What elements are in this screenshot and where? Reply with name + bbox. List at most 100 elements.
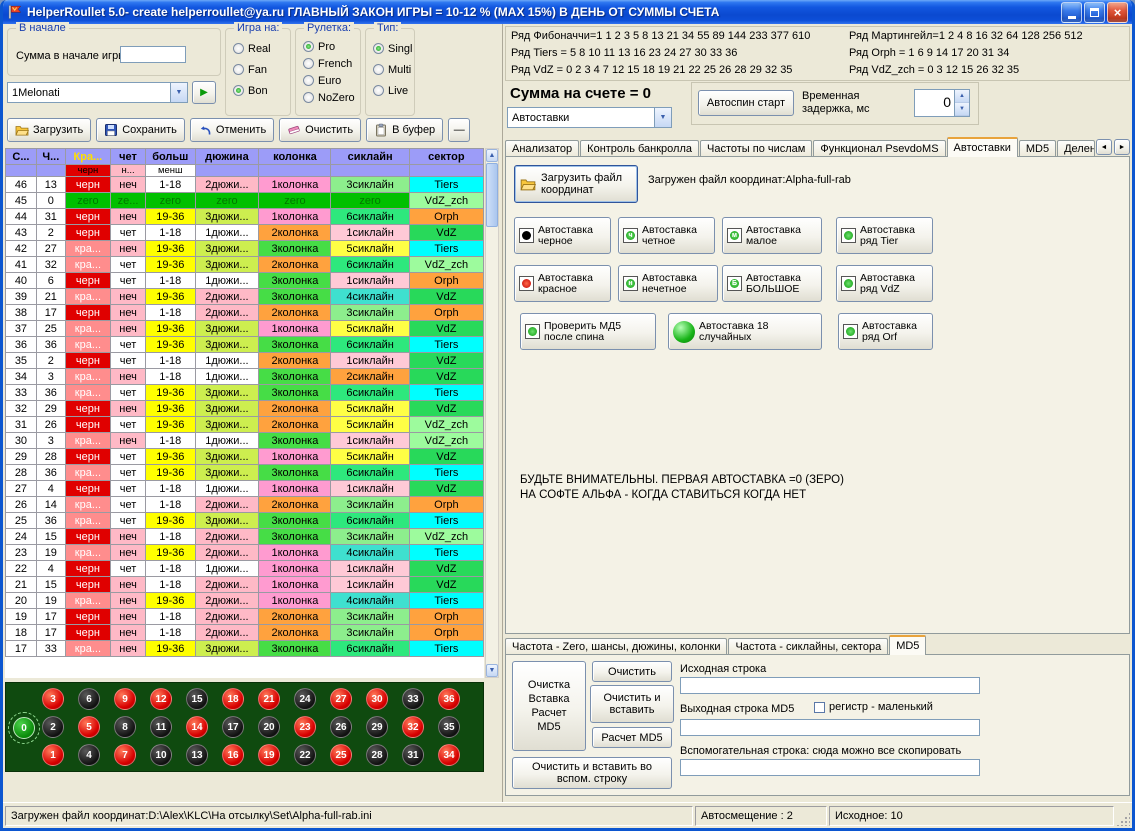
table-row[interactable]: 2115черннеч1-182дюжи...1колонка1сиклайнV…	[6, 577, 484, 593]
aux-string-input[interactable]	[680, 759, 980, 776]
register-checkbox[interactable]: регистр - маленький	[814, 701, 933, 713]
board-number-18[interactable]: 18	[222, 688, 244, 710]
board-number-36[interactable]: 36	[438, 688, 460, 710]
table-row[interactable]: 343кра...неч1-181дюжи...3колонка2сиклайн…	[6, 369, 484, 385]
bet-button-4[interactable]: Автоставка красное	[514, 265, 611, 302]
table-row[interactable]: 3817черннеч1-182дюжи...2колонка3сиклайнO…	[6, 305, 484, 321]
table-row[interactable]: 224чернчет1-181дюжи...1колонка1сиклайнVd…	[6, 561, 484, 577]
table-row[interactable]: 432чернчет1-181дюжи...2колонка1сиклайнVd…	[6, 225, 484, 241]
collapse-button[interactable]: —	[448, 118, 470, 142]
close-button[interactable]: ×	[1107, 2, 1128, 23]
md5-clear-button[interactable]: Очистить	[592, 661, 672, 682]
delay-spinner[interactable]: 0 ▲ ▼	[914, 89, 970, 117]
md5-clear-paste-button[interactable]: Очистить и вставить	[590, 685, 674, 723]
board-number-20[interactable]: 20	[258, 716, 280, 738]
table-row[interactable]: 3921кра...неч19-362дюжи...3колонка4сикла…	[6, 289, 484, 305]
clear-button[interactable]: Очистить	[279, 118, 361, 142]
scroll-up-icon[interactable]: ▲	[486, 149, 498, 162]
board-number-12[interactable]: 12	[150, 688, 172, 710]
board-number-23[interactable]: 23	[294, 716, 316, 738]
chevron-down-icon[interactable]: ▼	[170, 83, 187, 102]
table-row[interactable]: 1917черннеч1-182дюжи...2колонка3сиклайнO…	[6, 609, 484, 625]
tab-5[interactable]: MD5	[1019, 140, 1056, 157]
scroll-thumb[interactable]	[486, 163, 498, 227]
radio-type-singl[interactable]: Singl	[373, 41, 414, 56]
board-number-8[interactable]: 8	[114, 716, 136, 738]
source-string-input[interactable]	[680, 677, 980, 694]
table-row[interactable]: 3725кра...неч19-363дюжи...1колонка5сикла…	[6, 321, 484, 337]
scroll-down-icon[interactable]: ▼	[486, 664, 498, 677]
spinner-up-icon[interactable]: ▲	[955, 90, 969, 103]
table-row[interactable]: 2928чернчет19-363дюжи...1колонка5сиклайн…	[6, 449, 484, 465]
radio-game-fan[interactable]: Fan	[233, 62, 290, 77]
bottom-tab-1[interactable]: Частота - сиклайны, сектора	[728, 638, 888, 655]
bet-button-8[interactable]: Проверить МД5 после спина	[520, 313, 656, 350]
output-string-input[interactable]	[680, 719, 980, 736]
bet-button-5[interactable]: нАвтоставка нечетное	[618, 265, 718, 302]
table-row[interactable]: 1733кра...неч19-363дюжи...3колонка6сикла…	[6, 641, 484, 657]
board-number-33[interactable]: 33	[402, 688, 424, 710]
tab-scroll-right-icon[interactable]: ►	[1114, 139, 1130, 155]
board-number-35[interactable]: 35	[438, 716, 460, 738]
table-row[interactable]: 2614кра...чет1-182дюжи...2колонка3сиклай…	[6, 497, 484, 513]
table-scrollbar[interactable]: ▲ ▼	[485, 148, 499, 678]
table-row[interactable]: 3636кра...чет19-363дюжи...3колонка6сикла…	[6, 337, 484, 353]
undo-button[interactable]: Отменить	[190, 118, 274, 142]
bet-button-10[interactable]: Автоставка ряд Orf	[838, 313, 933, 350]
table-row[interactable]: 2019кра...неч19-362дюжи...1колонка4сикла…	[6, 593, 484, 609]
to-buffer-button[interactable]: В буфер	[366, 118, 443, 142]
start-sum-input[interactable]	[120, 46, 186, 63]
board-number-16[interactable]: 16	[222, 744, 244, 766]
radio-roulette-pro[interactable]: Pro	[303, 39, 360, 54]
bet-button-3[interactable]: Автоставка ряд Tier	[836, 217, 933, 254]
bet-button-0[interactable]: Автоставка черное	[514, 217, 611, 254]
board-number-27[interactable]: 27	[330, 688, 352, 710]
table-row[interactable]: 2415черннеч1-182дюжи...3колонка3сиклайнV…	[6, 529, 484, 545]
board-number-14[interactable]: 14	[186, 716, 208, 738]
save-button[interactable]: Сохранить	[96, 118, 185, 142]
board-number-7[interactable]: 7	[114, 744, 136, 766]
board-number-11[interactable]: 11	[150, 716, 172, 738]
table-row[interactable]: 303кра...неч1-181дюжи...3колонка1сиклайн…	[6, 433, 484, 449]
board-number-6[interactable]: 6	[78, 688, 100, 710]
board-number-32[interactable]: 32	[402, 716, 424, 738]
table-row[interactable]: 3336кра...чет19-363дюжи...3колонка6сикла…	[6, 385, 484, 401]
board-number-26[interactable]: 26	[330, 716, 352, 738]
board-number-19[interactable]: 19	[258, 744, 280, 766]
autospin-start-button[interactable]: Автоспин старт	[698, 90, 794, 116]
autobets-combo[interactable]: Автоставки ▼	[507, 107, 672, 128]
table-row[interactable]: 3229черннеч19-363дюжи...2колонка5сиклайн…	[6, 401, 484, 417]
aux-clear-paste-button[interactable]: Очистить и вставить во вспом. строку	[512, 757, 672, 789]
tab-4[interactable]: Автоставки	[947, 137, 1018, 157]
board-number-34[interactable]: 34	[438, 744, 460, 766]
profile-combo[interactable]: 1Melonati ▼	[7, 82, 188, 103]
table-row[interactable]: 3126чернчет19-363дюжи...2колонка5сиклайн…	[6, 417, 484, 433]
table-row[interactable]: 4227кра...неч19-363дюжи...3колонка5сикла…	[6, 241, 484, 257]
table-row[interactable]: 4431черннеч19-363дюжи...1колонка6сиклайн…	[6, 209, 484, 225]
bottom-tab-0[interactable]: Частота - Zero, шансы, дюжины, колонки	[505, 638, 727, 655]
load-button[interactable]: Загрузить	[7, 118, 91, 142]
radio-type-live[interactable]: Live	[373, 83, 414, 98]
play-button[interactable]: ▶	[192, 81, 216, 104]
tab-6[interactable]: Делени	[1057, 140, 1095, 157]
board-number-30[interactable]: 30	[366, 688, 388, 710]
board-number-15[interactable]: 15	[186, 688, 208, 710]
board-number-1[interactable]: 1	[42, 744, 64, 766]
maximize-button[interactable]	[1084, 2, 1105, 23]
board-number-9[interactable]: 9	[114, 688, 136, 710]
table-row[interactable]: 1817черннеч1-182дюжи...2колонка3сиклайнO…	[6, 625, 484, 641]
board-number-13[interactable]: 13	[186, 744, 208, 766]
board-number-29[interactable]: 29	[366, 716, 388, 738]
md5-stack-button[interactable]: Очистка Вставка Расчет MD5	[512, 661, 586, 751]
bet-button-9[interactable]: Автоставка 18 случайных	[668, 313, 822, 350]
board-number-25[interactable]: 25	[330, 744, 352, 766]
table-row[interactable]: 2836кра...чет19-363дюжи...3колонка6сикла…	[6, 465, 484, 481]
bottom-tab-2[interactable]: MD5	[889, 635, 926, 655]
table-row[interactable]: 406чернчет1-181дюжи...3колонка1сиклайнOr…	[6, 273, 484, 289]
board-number-4[interactable]: 4	[78, 744, 100, 766]
tab-scroll-left-icon[interactable]: ◄	[1096, 139, 1112, 155]
tab-0[interactable]: Анализатор	[505, 140, 579, 157]
radio-roulette-french[interactable]: French	[303, 56, 360, 71]
table-row[interactable]: 2319кра...неч19-362дюжи...1колонка4сикла…	[6, 545, 484, 561]
table-row[interactable]: 4132кра...чет19-363дюжи...2колонка6сикла…	[6, 257, 484, 273]
